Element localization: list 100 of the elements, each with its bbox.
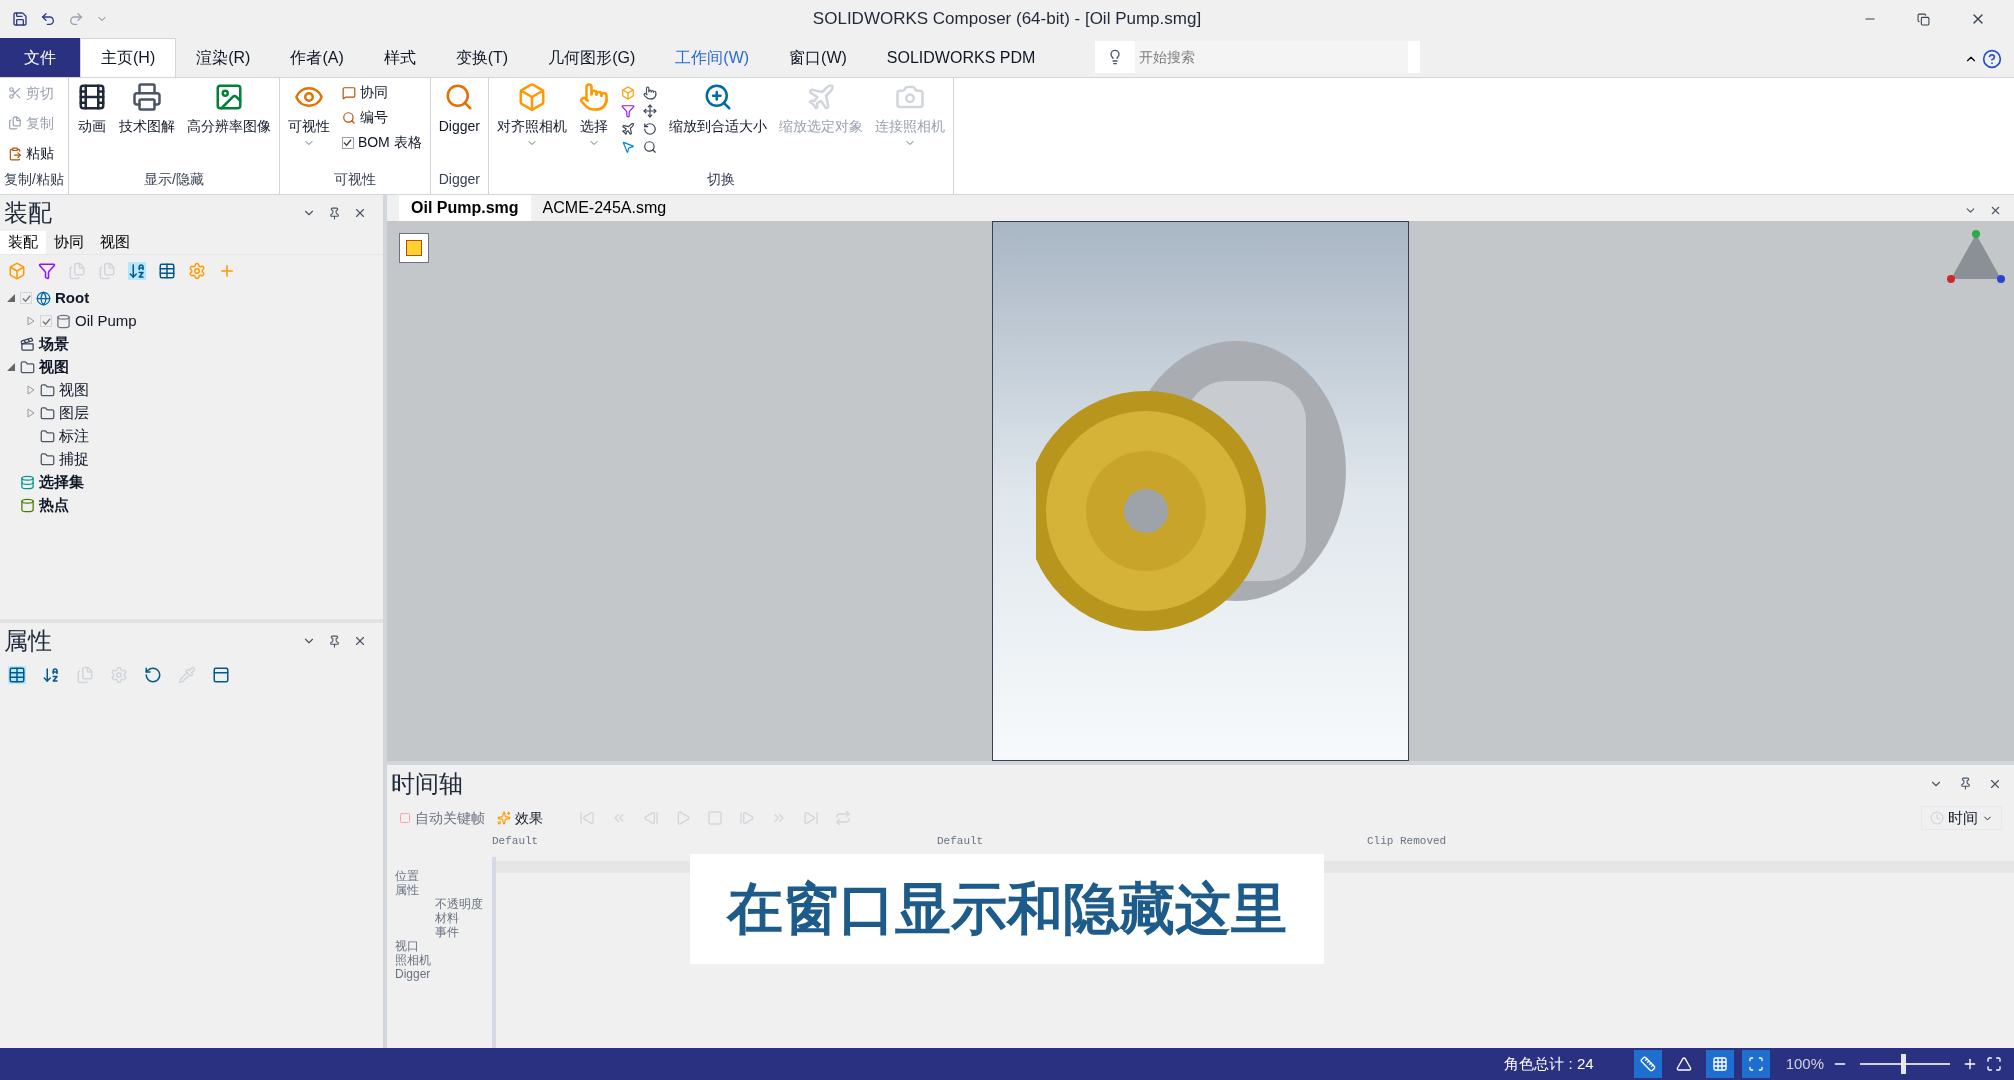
menu-tab[interactable]: 工作间(W) xyxy=(655,38,770,77)
ribbon-small-button[interactable]: 粘贴 xyxy=(4,143,64,165)
magnifier-icon xyxy=(341,110,356,125)
document-tab[interactable]: ACME-245A.smg xyxy=(530,195,679,221)
ribbon-large-button[interactable]: 可视性 xyxy=(283,78,334,149)
zoom-level: 100% xyxy=(1785,1053,1824,1074)
grid-icon xyxy=(1711,1056,1728,1072)
status-toggle[interactable] xyxy=(1705,1050,1734,1078)
copy-icon xyxy=(8,116,22,131)
document-tab[interactable]: Oil Pump.smg xyxy=(399,195,531,221)
checkbox[interactable] xyxy=(341,136,354,149)
expanded-arrow-icon[interactable] xyxy=(6,362,16,372)
camera-view-icon[interactable] xyxy=(399,233,429,263)
menu-tab[interactable]: 样式 xyxy=(363,38,436,77)
tree-item[interactable]: Oil Pump xyxy=(75,309,137,333)
ribbon-small-button[interactable]: 协同 xyxy=(337,82,426,103)
menu-tab[interactable]: 作者(A) xyxy=(270,38,364,77)
printer-icon xyxy=(131,82,162,112)
filter-icon[interactable] xyxy=(38,261,56,280)
status-toggle[interactable] xyxy=(1633,1050,1662,1078)
folder-icon xyxy=(40,428,55,444)
status-toggle[interactable] xyxy=(1741,1050,1770,1078)
timeline-toolbar-button[interactable]: 效果 xyxy=(497,807,543,829)
panel-tab[interactable]: 视图 xyxy=(92,231,138,254)
menu-tab[interactable]: 窗口(W) xyxy=(769,38,867,77)
track-label: 属性 xyxy=(395,883,419,897)
visibility-checkbox[interactable] xyxy=(20,292,32,304)
ribbon-group-label: 可视性 xyxy=(332,170,377,189)
folder-icon xyxy=(20,359,35,375)
ribbon-group-label: 显示/隐藏 xyxy=(142,170,205,189)
menu-tab[interactable]: 渲染(R) xyxy=(176,38,271,77)
close-icon[interactable] xyxy=(1989,204,2002,217)
tree-item[interactable]: 捕捉 xyxy=(59,447,89,471)
ribbon-large-button[interactable]: 对齐照相机 xyxy=(492,78,571,149)
menu-tab[interactable]: 主页(H) xyxy=(80,38,177,77)
table-icon[interactable] xyxy=(158,261,176,280)
pin-icon[interactable] xyxy=(328,634,341,648)
zoom-slider-thumb[interactable] xyxy=(1901,1054,1907,1074)
close-icon[interactable] xyxy=(353,634,367,648)
close-icon[interactable] xyxy=(353,206,367,220)
ribbon-small-button[interactable]: 编号 xyxy=(337,107,426,128)
ribbon-large-button[interactable]: Digger xyxy=(434,78,484,137)
panel-icon[interactable] xyxy=(212,666,230,684)
menu-tab[interactable]: SOLIDWORKS PDM xyxy=(866,38,1056,77)
track-label: 照相机 xyxy=(395,953,431,967)
bom-checkbox[interactable]: BOM 表格 xyxy=(337,132,426,153)
close-icon[interactable] xyxy=(1988,777,2002,791)
timeline-mode-dropdown[interactable]: 时间 xyxy=(1921,805,2002,831)
sort-icon[interactable] xyxy=(42,666,60,684)
restore-icon[interactable] xyxy=(1917,12,1930,26)
hotspot-icon xyxy=(20,497,35,513)
menu-tab[interactable]: 几何图形(G) xyxy=(528,38,656,77)
tree-item[interactable]: Root xyxy=(55,286,90,310)
menu-tab[interactable]: 变换(T) xyxy=(435,38,529,77)
pointer-icon xyxy=(578,82,609,112)
track-label: 位置 xyxy=(395,869,419,883)
tree-item[interactable]: 标注 xyxy=(59,424,89,448)
search-field[interactable]: 开始搜索 xyxy=(1095,41,1421,73)
pin-icon[interactable] xyxy=(1959,777,1972,790)
checkbox-label: BOM 表格 xyxy=(357,133,422,152)
ribbon-large-button[interactable]: 缩放到合适大小 xyxy=(664,78,771,137)
comment-icon xyxy=(341,85,356,100)
tree-item[interactable]: 选择集 xyxy=(39,470,84,494)
panel-tab[interactable]: 协同 xyxy=(46,231,92,254)
panel-tab[interactable]: 装配 xyxy=(0,231,46,254)
track-label: 材料 xyxy=(435,911,459,925)
track-header: Default xyxy=(937,834,985,849)
scene-icon xyxy=(20,336,35,352)
tree-item[interactable]: 视图 xyxy=(39,355,69,379)
track-header: Default xyxy=(492,834,540,849)
help-icon[interactable] xyxy=(1982,49,2002,69)
tree-item[interactable]: 图层 xyxy=(59,401,89,425)
panel-title: 装配 xyxy=(4,198,52,228)
tree-item[interactable]: 视图 xyxy=(59,378,89,402)
actor-count: 角色总计 : 24 xyxy=(1504,1053,1594,1074)
zoom-in-icon[interactable] xyxy=(1962,1056,1978,1072)
fit-icon[interactable] xyxy=(1986,1056,2002,1072)
save-icon[interactable] xyxy=(12,11,28,27)
menu-tab[interactable]: 文件 xyxy=(0,38,80,77)
clock-icon xyxy=(1930,811,1944,825)
sparkle-icon xyxy=(497,811,511,825)
caption-text: 在窗口显示和隐藏这里 xyxy=(727,876,1287,942)
window-title: SOLIDWORKS Composer (64-bit) - [Oil Pump.smg] xyxy=(812,8,1202,31)
ribbon-large-button[interactable]: 高分辨率图像 xyxy=(182,78,275,137)
folder-icon xyxy=(40,405,55,421)
tree-item[interactable]: 热点 xyxy=(39,493,69,517)
pin-icon[interactable] xyxy=(328,206,341,220)
globe-icon xyxy=(36,290,51,306)
undo-icon[interactable] xyxy=(40,11,56,27)
expanded-arrow-icon[interactable] xyxy=(6,293,16,303)
sort-icon[interactable] xyxy=(128,261,146,280)
track-label: Digger xyxy=(395,967,431,981)
tree-item[interactable]: 场景 xyxy=(39,332,69,356)
ribbon-large-button[interactable]: 技术图解 xyxy=(114,78,179,137)
category-view-icon[interactable] xyxy=(8,666,26,684)
visibility-checkbox[interactable] xyxy=(40,315,52,327)
refresh-icon[interactable] xyxy=(144,666,162,684)
panel-title: 时间轴 xyxy=(391,769,463,799)
ribbon-large-button[interactable]: 选择 xyxy=(574,78,613,149)
ribbon-large-button[interactable]: 动画 xyxy=(72,78,111,137)
